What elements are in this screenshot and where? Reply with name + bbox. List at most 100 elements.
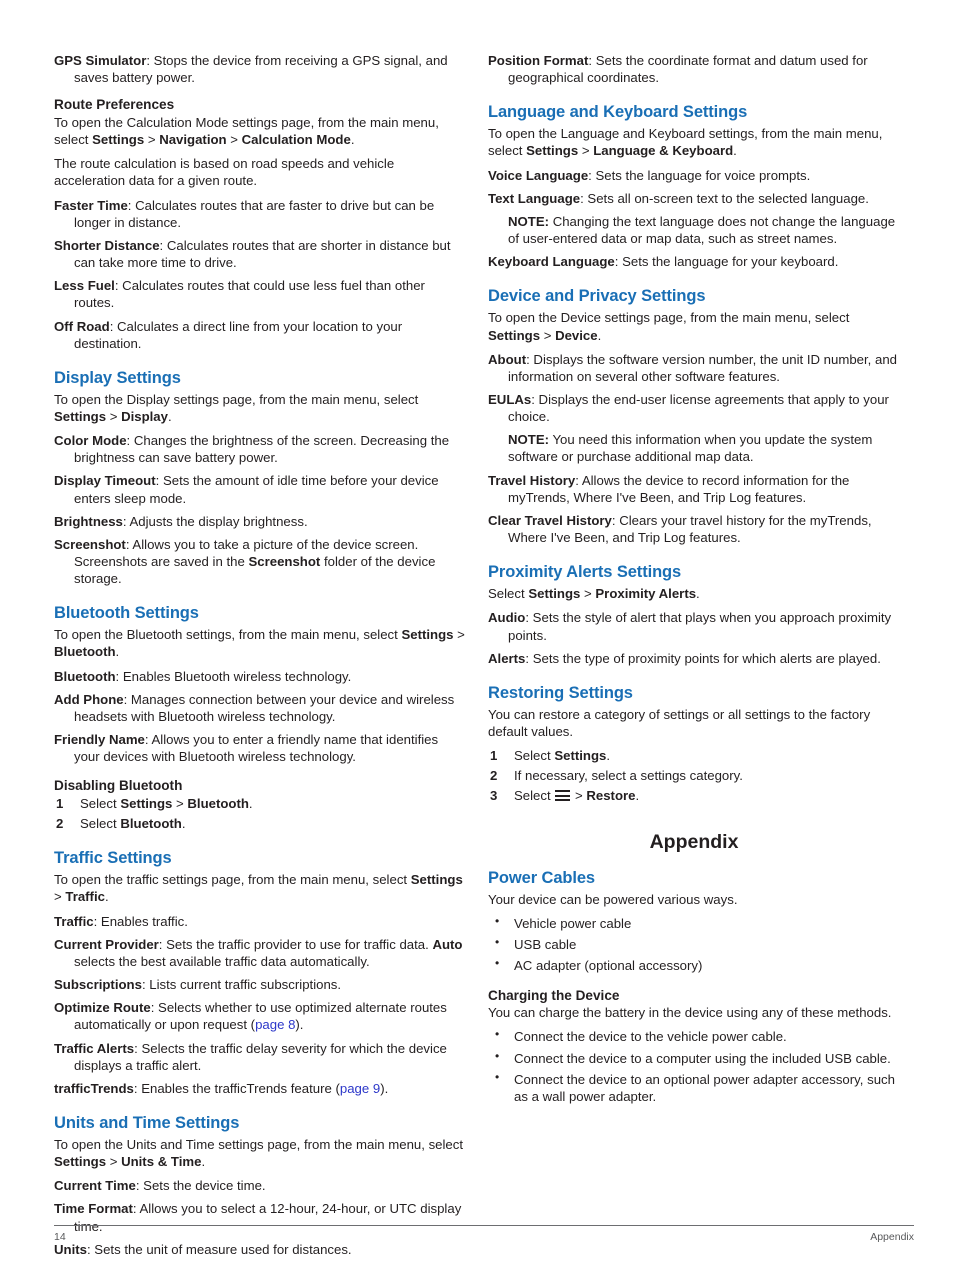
heading-route-preferences: Route Preferences: [54, 97, 175, 113]
list-item: Connect the device to a computer using t…: [488, 1049, 900, 1067]
separator: >: [144, 132, 160, 148]
period: .: [635, 788, 640, 804]
definition-voice-language: Voice Language: Sets the language for vo…: [488, 167, 900, 184]
bold-language-keyboard: Language & Keyboard: [593, 143, 734, 159]
step-item: Select > Restore.: [488, 787, 900, 804]
bold-bluetooth: Bluetooth: [120, 816, 182, 832]
footer-divider: [54, 1225, 914, 1226]
definition-eulas: EULAs: Displays the end-user license agr…: [488, 391, 900, 425]
definition-bluetooth: Bluetooth: Enables Bluetooth wireless te…: [54, 668, 466, 685]
bold-settings: Settings: [528, 586, 581, 602]
traffic-settings-intro: To open the traffic settings page, from …: [54, 871, 466, 905]
definition-about: About: Displays the software version num…: [488, 351, 900, 385]
charging-methods-list: Connect the device to the vehicle power …: [488, 1027, 900, 1105]
definition-position-format: Position Format: Sets the coordinate for…: [488, 52, 900, 86]
term-screenshot: Screenshot: [54, 536, 126, 552]
separator: >: [54, 889, 66, 905]
term-off-road: Off Road: [54, 318, 110, 334]
text-fragment: Select: [80, 796, 121, 812]
term-units: Units: [54, 1241, 87, 1257]
desc-add-phone: : Manages connection between your device…: [74, 691, 455, 724]
term-less-fuel: Less Fuel: [54, 278, 115, 294]
term-add-phone: Add Phone: [54, 691, 124, 707]
desc-traffic-trends-part2: ).: [380, 1080, 389, 1096]
bold-navigation: Navigation: [159, 132, 227, 148]
desc-eulas: : Displays the end-user license agreemen…: [508, 391, 889, 425]
text-fragment: To open the Display settings page, from …: [54, 391, 419, 407]
page-footer: 14 Appendix: [54, 1225, 914, 1243]
term-about: About: [488, 351, 527, 367]
text-fragment: Select: [488, 586, 529, 602]
bold-settings: Settings: [54, 408, 107, 424]
heading-units-and-time-settings: Units and Time Settings: [54, 1114, 240, 1133]
display-settings-intro: To open the Display settings page, from …: [54, 391, 466, 425]
term-bluetooth: Bluetooth: [54, 668, 116, 684]
charging-intro: You can charge the battery in the device…: [488, 1005, 892, 1021]
definition-brightness: Brightness: Adjusts the display brightne…: [54, 513, 466, 530]
term-audio: Audio: [488, 610, 526, 626]
power-cables-intro: Your device can be powered various ways.: [488, 891, 738, 907]
desc-faster-time: : Calculates routes that are faster to d…: [74, 197, 435, 230]
term-position-format: Position Format: [488, 53, 589, 68]
desc-color-mode: : Changes the brightness of the screen. …: [74, 433, 450, 466]
separator: >: [453, 627, 465, 643]
list-item: Vehicle power cable: [488, 914, 900, 932]
period: .: [201, 1154, 206, 1170]
right-column: Position Format: Sets the coordinate for…: [488, 52, 900, 1111]
text-fragment: Select: [514, 788, 555, 804]
list-item: Connect the device to an optional power …: [488, 1070, 900, 1105]
definition-display-timeout: Display Timeout: Sets the amount of idle…: [54, 472, 466, 506]
note-text-language: NOTE: Changing the text language does no…: [488, 213, 900, 247]
period: .: [606, 748, 611, 764]
list-item: USB cable: [488, 935, 900, 953]
bold-auto: Auto: [432, 936, 463, 952]
definition-friendly-name: Friendly Name: Allows you to enter a fri…: [54, 731, 466, 765]
term-time-format: Time Format: [54, 1201, 133, 1217]
term-alerts: Alerts: [488, 650, 526, 666]
desc-units: : Sets the unit of measure used for dist…: [86, 1241, 352, 1257]
bold-display: Display: [121, 408, 168, 424]
page-number: 14: [54, 1231, 66, 1243]
desc-about: : Displays the software version number, …: [508, 351, 897, 384]
desc-traffic: : Enables traffic.: [93, 913, 188, 929]
heading-power-cables: Power Cables: [488, 868, 596, 887]
definition-clear-travel-history: Clear Travel History: Clears your travel…: [488, 512, 900, 546]
text-fragment: To open the traffic settings page, from …: [54, 872, 411, 888]
bold-settings: Settings: [401, 627, 454, 643]
definition-optimize-route: Optimize Route: Selects whether to use o…: [54, 999, 466, 1033]
cross-reference-link-page-9[interactable]: page 9: [340, 1081, 380, 1096]
term-eulas: EULAs: [488, 391, 532, 407]
desc-text-language: : Sets all on-screen text to the selecte…: [580, 190, 869, 206]
term-brightness: Brightness: [54, 513, 123, 529]
desc-current-provider-part1: : Sets the traffic provider to use for t…: [158, 936, 433, 952]
step-item: Select Settings.: [488, 747, 900, 764]
period: .: [696, 586, 700, 602]
desc-bluetooth: : Enables Bluetooth wireless technology.: [115, 668, 352, 684]
definition-units: Units: Sets the unit of measure used for…: [54, 1241, 466, 1258]
term-optimize-route: Optimize Route: [54, 1000, 151, 1016]
list-item: AC adapter (optional accessory): [488, 956, 900, 974]
desc-optimize-route-part2: ).: [295, 1017, 304, 1033]
desc-keyboard-language: : Sets the language for your keyboard.: [614, 254, 839, 270]
text-fragment: To open the Device settings page, from t…: [488, 310, 850, 326]
bold-screenshot-folder: Screenshot: [248, 554, 321, 570]
definition-subscriptions: Subscriptions: Lists current traffic sub…: [54, 976, 466, 993]
text-fragment: To open the Bluetooth settings, from the…: [54, 627, 402, 643]
separator: >: [578, 143, 594, 159]
bold-proximity-alerts: Proximity Alerts: [595, 586, 697, 602]
restoring-settings-steps: Select Settings. If necessary, select a …: [488, 747, 900, 805]
bold-device: Device: [555, 327, 598, 343]
separator: >: [226, 132, 242, 148]
list-item: Connect the device to the vehicle power …: [488, 1027, 900, 1045]
device-privacy-intro: To open the Device settings page, from t…: [488, 309, 900, 343]
step-item: If necessary, select a settings category…: [490, 767, 743, 784]
desc-voice-language: : Sets the language for voice prompts.: [588, 167, 811, 183]
bold-traffic: Traffic: [65, 889, 105, 905]
separator: >: [172, 796, 188, 812]
definition-traffic-alerts: Traffic Alerts: Selects the traffic dela…: [54, 1040, 466, 1074]
bold-bluetooth: Bluetooth: [54, 644, 116, 660]
desc-brightness: : Adjusts the display brightness.: [122, 513, 308, 529]
term-voice-language: Voice Language: [488, 167, 589, 183]
cross-reference-link-page-8[interactable]: page 8: [255, 1017, 295, 1032]
proximity-alerts-intro: Select Settings > Proximity Alerts.: [488, 585, 900, 602]
